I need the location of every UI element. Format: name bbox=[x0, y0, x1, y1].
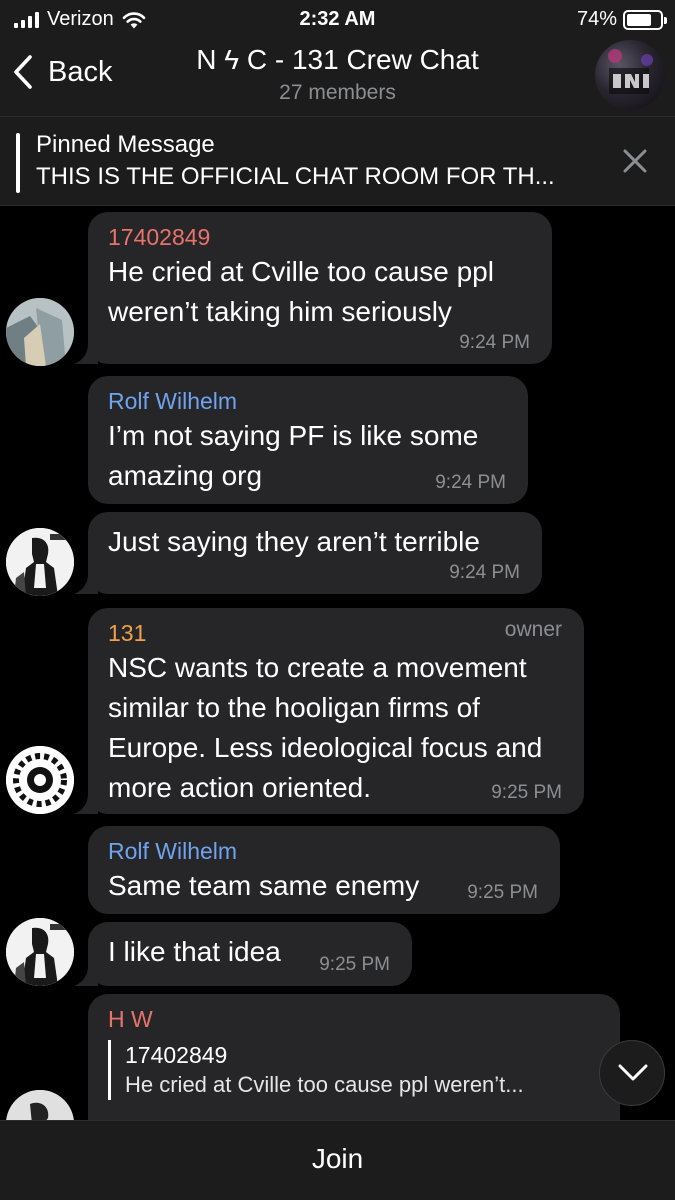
battery-percent: 74% bbox=[576, 8, 617, 30]
message-text: Just saying they aren’t terrible bbox=[108, 526, 480, 557]
pinned-message-bar[interactable]: Pinned Message THIS IS THE OFFICIAL CHAT… bbox=[0, 116, 675, 206]
bubble-tail bbox=[74, 966, 98, 986]
message-bubble[interactable]: I like that idea 9:25 PM bbox=[88, 922, 412, 986]
close-icon[interactable] bbox=[621, 147, 649, 175]
join-button[interactable]: Join bbox=[0, 1143, 675, 1175]
avatar[interactable] bbox=[6, 1090, 74, 1120]
status-right: 74% bbox=[576, 8, 667, 31]
message-text: He cried at Cville too cause ppl weren’t… bbox=[108, 256, 494, 327]
reply-quote[interactable]: 17402849 He cried at Cville too cause pp… bbox=[108, 1040, 598, 1100]
pinned-title: Pinned Message bbox=[36, 131, 215, 158]
message-bubble[interactable]: Rolf Wilhelm Same team same enemy 9:25 P… bbox=[88, 826, 560, 914]
bubble-tail bbox=[74, 574, 98, 594]
reply-sender: 17402849 bbox=[125, 1042, 228, 1068]
message-bubble[interactable]: 17402849 He cried at Cville too cause pp… bbox=[88, 212, 552, 364]
message-time: 9:24 PM bbox=[449, 562, 520, 583]
message-time: 9:25 PM bbox=[491, 782, 562, 803]
message-bubble[interactable]: Just saying they aren’t terrible 9:24 PM bbox=[88, 512, 542, 594]
chat-header: Back N ϟ C - 131 Crew Chat 27 members bbox=[0, 38, 675, 116]
group-avatar-image bbox=[608, 49, 653, 94]
message-bubble[interactable]: 131 owner NSC wants to create a movement… bbox=[88, 608, 584, 814]
status-bar: Verizon 2:32 AM 74% bbox=[0, 0, 675, 38]
chevron-down-icon bbox=[618, 1064, 648, 1081]
avatar-image bbox=[6, 1090, 74, 1120]
group-avatar[interactable] bbox=[595, 40, 665, 110]
message-sender: Rolf Wilhelm bbox=[108, 838, 238, 864]
message-time: 9:25 PM bbox=[467, 882, 538, 903]
scroll-to-bottom-button[interactable] bbox=[599, 1040, 665, 1106]
message-time: 9:24 PM bbox=[459, 332, 530, 353]
avatar[interactable] bbox=[6, 298, 74, 366]
avatar[interactable] bbox=[6, 746, 74, 814]
battery-level-fill bbox=[627, 13, 651, 26]
message-list[interactable]: 17402849 He cried at Cville too cause pp… bbox=[0, 206, 675, 1120]
message-bubble[interactable]: H W 17402849 He cried at Cville too caus… bbox=[88, 994, 620, 1120]
reply-text: He cried at Cville too cause ppl weren’t… bbox=[125, 1072, 524, 1097]
status-time: 2:32 AM bbox=[299, 8, 376, 30]
message-time: 9:24 PM bbox=[435, 472, 506, 493]
chat-title[interactable]: N ϟ C - 131 Crew Chat bbox=[0, 44, 675, 76]
avatar[interactable] bbox=[6, 918, 74, 986]
message-sender: H W bbox=[108, 1006, 153, 1032]
message-sender: Rolf Wilhelm bbox=[108, 388, 238, 414]
avatar[interactable] bbox=[6, 528, 74, 596]
member-count: 27 members bbox=[279, 81, 396, 104]
bubble-tail bbox=[74, 794, 98, 814]
message-sender: 17402849 bbox=[108, 224, 211, 250]
avatar-image bbox=[6, 298, 74, 366]
message-sender: 131 bbox=[108, 620, 147, 646]
avatar-image bbox=[6, 746, 74, 814]
battery-icon bbox=[623, 9, 667, 30]
message-bubble[interactable]: Rolf Wilhelm I’m not saying PF is like s… bbox=[88, 376, 528, 504]
pinned-text: THIS IS THE OFFICIAL CHAT ROOM FOR TH... bbox=[36, 163, 555, 190]
bottom-bar: Join bbox=[0, 1120, 675, 1200]
bubble-tail bbox=[74, 344, 98, 364]
owner-badge: owner bbox=[504, 618, 562, 641]
message-time: 9:25 PM bbox=[319, 954, 390, 975]
pinned-accent-bar bbox=[16, 133, 20, 193]
avatar-image bbox=[6, 528, 74, 596]
avatar-image bbox=[6, 918, 74, 986]
